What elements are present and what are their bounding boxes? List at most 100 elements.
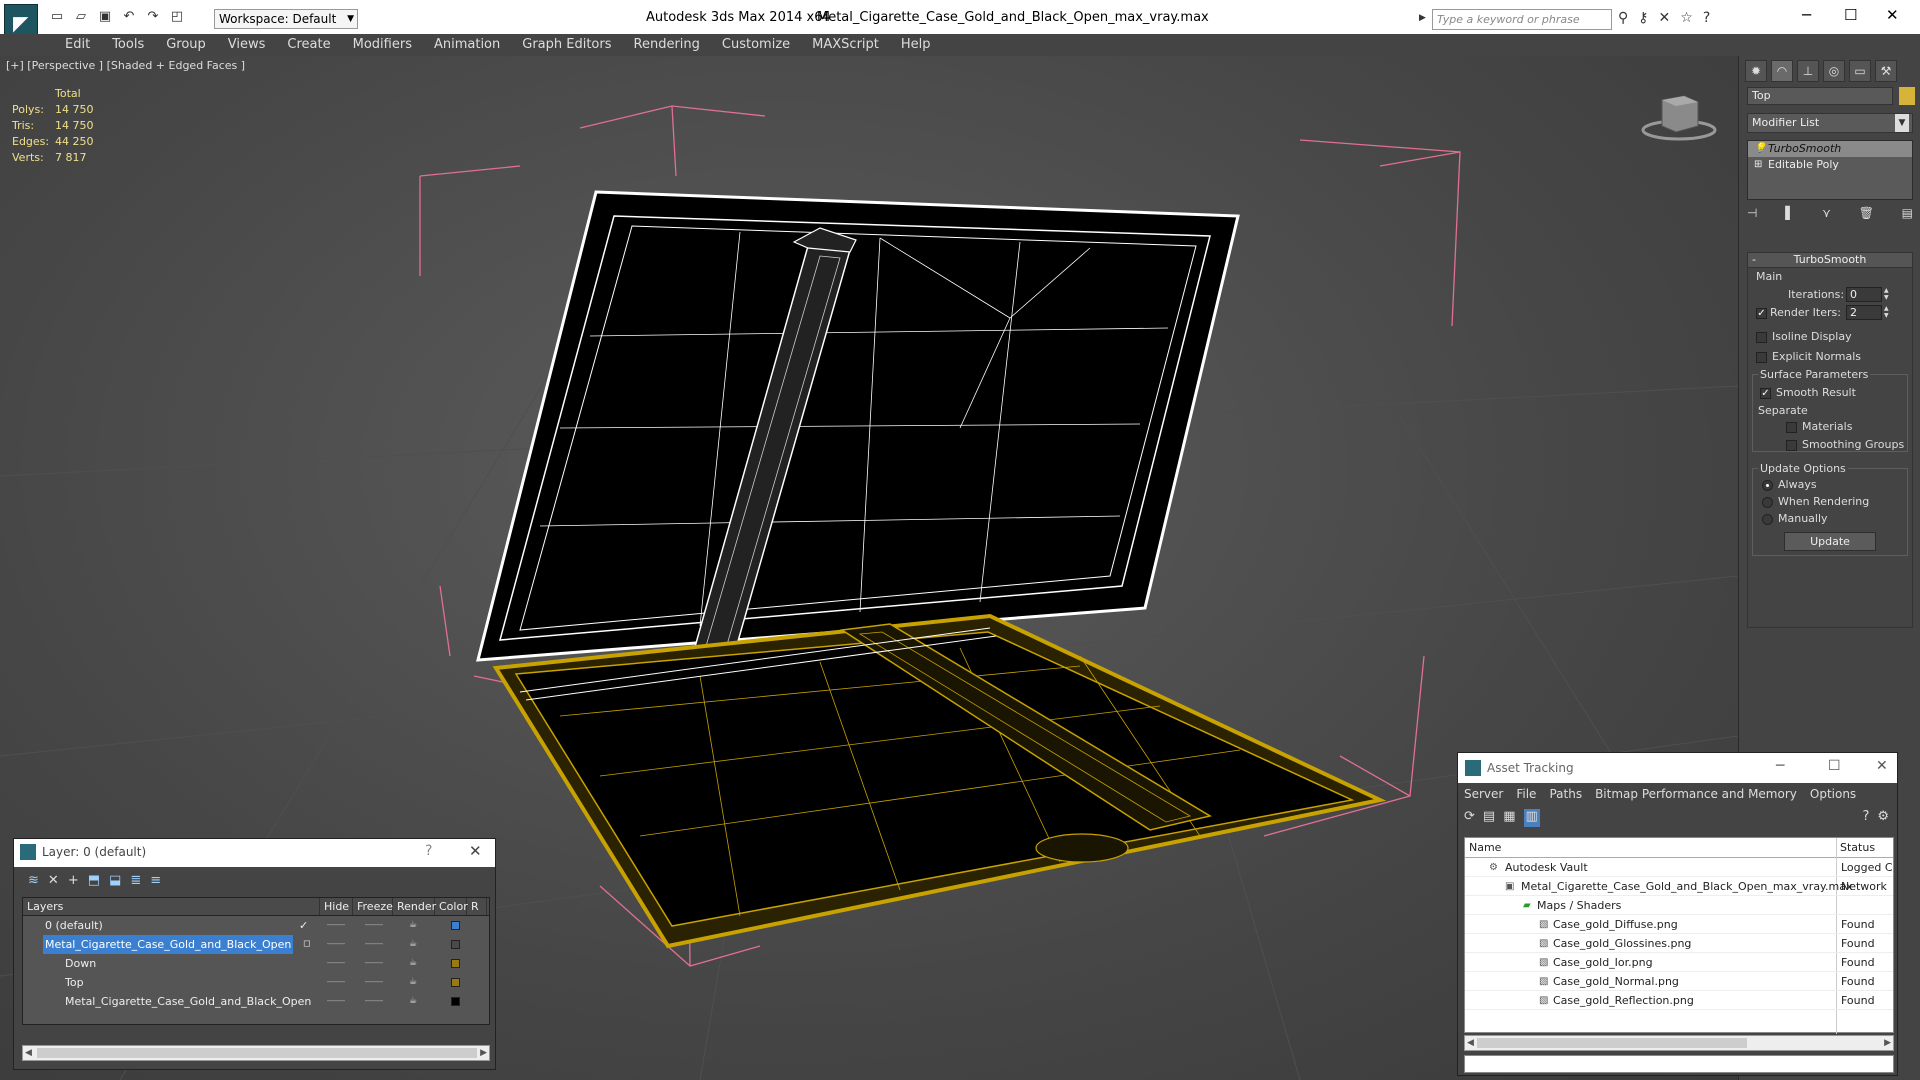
table-row[interactable]: ▧ Case_gold_Ior.png Found: [1465, 953, 1893, 972]
table-row[interactable]: ⚙ Autodesk Vault Logged C: [1465, 858, 1893, 877]
scrollbar-thumb[interactable]: [37, 1048, 477, 1058]
menu-maxscript[interactable]: MAXScript: [801, 34, 890, 56]
freeze-all-icon[interactable]: ≡: [150, 873, 161, 888]
update-button[interactable]: Update: [1784, 532, 1876, 551]
help-icon[interactable]: ?: [1703, 10, 1710, 26]
menu-tools[interactable]: Tools: [101, 34, 155, 56]
show-end-result-icon[interactable]: ▌: [1785, 206, 1794, 220]
utilities-tab-icon[interactable]: ⚒: [1875, 60, 1897, 82]
table-row[interactable]: Down ―― ―― ☕: [23, 954, 489, 973]
binoculars-icon[interactable]: ⚲: [1618, 10, 1628, 26]
new-file-icon[interactable]: ▭: [48, 8, 66, 26]
table-row[interactable]: Metal_Cigarette_Case_Gold_and_Black_Open…: [23, 935, 489, 954]
menu-modifiers[interactable]: Modifiers: [342, 34, 423, 56]
display-tab-icon[interactable]: ▭: [1849, 60, 1871, 82]
menu-bitmap-performance[interactable]: Bitmap Performance and Memory: [1595, 787, 1797, 801]
motion-tab-icon[interactable]: ◎: [1823, 60, 1845, 82]
when-rendering-radio[interactable]: [1762, 497, 1773, 508]
menu-customize[interactable]: Customize: [711, 34, 801, 56]
table-row[interactable]: ▰ Maps / Shaders: [1465, 896, 1893, 915]
expand-plus-icon[interactable]: ⊞: [1754, 157, 1762, 173]
save-file-icon[interactable]: ▣: [96, 8, 114, 26]
spinner-arrows-icon[interactable]: ▲ ▼: [1884, 305, 1892, 320]
menu-animation[interactable]: Animation: [423, 34, 511, 56]
help-icon[interactable]: ?: [425, 843, 432, 859]
explicit-normals-checkbox[interactable]: [1756, 352, 1767, 363]
freeze-toggle[interactable]: ――: [365, 973, 383, 992]
minimize-button[interactable]: ─: [1776, 758, 1784, 774]
layer-color-swatch[interactable]: [451, 959, 460, 968]
layer-color-swatch[interactable]: [451, 921, 460, 930]
hide-all-icon[interactable]: ≣: [130, 873, 141, 888]
layer-color-swatch[interactable]: [451, 940, 460, 949]
minimize-button[interactable]: ─: [1802, 6, 1811, 24]
maximize-button[interactable]: ☐: [1844, 6, 1857, 24]
redo-icon[interactable]: ↷: [144, 8, 162, 26]
menu-file[interactable]: File: [1516, 787, 1536, 801]
smooth-result-checkbox[interactable]: ✓: [1760, 388, 1771, 399]
app-logo-button[interactable]: ◤: [4, 4, 38, 38]
menu-create[interactable]: Create: [276, 34, 341, 56]
delete-layer-icon[interactable]: ✕: [48, 873, 59, 888]
render-teapot-icon[interactable]: ☕: [409, 935, 417, 954]
add-layer-icon[interactable]: +: [68, 873, 79, 888]
hide-toggle[interactable]: ――: [327, 935, 345, 954]
menu-help[interactable]: Help: [890, 34, 942, 56]
table-row[interactable]: ▧ Case_gold_Glossines.png Found: [1465, 934, 1893, 953]
asset-horizontal-scrollbar[interactable]: ◀ ▶: [1464, 1035, 1894, 1051]
object-color-swatch[interactable]: [1899, 87, 1915, 105]
turbosmooth-rollout-header[interactable]: - TurboSmooth: [1747, 252, 1913, 268]
column-header[interactable]: Render: [393, 898, 436, 915]
materials-checkbox[interactable]: [1786, 422, 1797, 433]
menu-graph-editors[interactable]: Graph Editors: [511, 34, 622, 56]
table-row[interactable]: ▧ Case_gold_Diffuse.png Found: [1465, 915, 1893, 934]
viewcube-icon[interactable]: [1640, 88, 1718, 144]
scrollbar-thumb[interactable]: [1477, 1038, 1747, 1048]
render-iters-spinner[interactable]: 2: [1846, 305, 1882, 320]
menu-server[interactable]: Server: [1464, 787, 1503, 801]
modifier-list-dropdown[interactable]: Modifier List ▼: [1747, 113, 1913, 133]
render-iters-checkbox[interactable]: ✓: [1756, 308, 1767, 319]
layer-properties-icon[interactable]: ≋: [28, 873, 39, 888]
layer-horizontal-scrollbar[interactable]: ◀ ▶: [22, 1045, 490, 1061]
manually-radio[interactable]: [1762, 514, 1773, 525]
highlight-layer-icon[interactable]: ⬓: [109, 873, 121, 888]
close-button[interactable]: ✕: [1876, 758, 1888, 774]
freeze-toggle[interactable]: ――: [365, 935, 383, 954]
smoothing-groups-checkbox[interactable]: [1786, 440, 1797, 451]
undo-icon[interactable]: ↶: [120, 8, 138, 26]
column-header[interactable]: Name: [1465, 838, 1836, 857]
viewport-label[interactable]: [+] [Perspective ] [Shaded + Edged Faces…: [6, 59, 245, 72]
key-icon[interactable]: ⚷: [1638, 10, 1648, 26]
list-view-icon[interactable]: ▤: [1483, 809, 1495, 827]
layer-color-swatch[interactable]: [451, 978, 460, 987]
iterations-spinner[interactable]: 0: [1846, 287, 1882, 302]
hierarchy-tab-icon[interactable]: ⊥: [1797, 60, 1819, 82]
always-radio[interactable]: [1762, 480, 1773, 491]
create-tab-icon[interactable]: ✹: [1745, 60, 1767, 82]
column-header[interactable]: Hide: [320, 898, 353, 915]
table-row[interactable]: 0 (default) ✓ ―― ―― ☕: [23, 916, 489, 935]
remove-modifier-icon[interactable]: 🗑: [1859, 206, 1874, 220]
maximize-button[interactable]: ☐: [1828, 758, 1841, 774]
isoline-display-checkbox[interactable]: [1756, 332, 1767, 343]
close-button[interactable]: ✕: [1886, 6, 1899, 24]
freeze-toggle[interactable]: ――: [365, 992, 383, 1011]
table-row[interactable]: ▣ Metal_Cigarette_Case_Gold_and_Black_Op…: [1465, 877, 1893, 896]
hide-toggle[interactable]: ――: [327, 973, 345, 992]
favorites-icon[interactable]: ☆: [1680, 10, 1693, 26]
column-header[interactable]: R: [467, 898, 487, 915]
close-icon[interactable]: ✕: [469, 842, 482, 860]
hide-toggle[interactable]: ――: [327, 992, 345, 1011]
open-file-icon[interactable]: ▱: [72, 8, 90, 26]
menu-group[interactable]: Group: [155, 34, 217, 56]
menu-edit[interactable]: Edit: [54, 34, 101, 56]
thumbnail-view-icon[interactable]: ▦: [1503, 809, 1515, 827]
menu-rendering[interactable]: Rendering: [623, 34, 711, 56]
object-name-field[interactable]: Top: [1747, 87, 1893, 105]
table-row[interactable]: ▧ Case_gold_Reflection.png Found: [1465, 991, 1893, 1010]
layer-dialog-titlebar[interactable]: Layer: 0 (default) ? ✕: [14, 839, 495, 867]
workspace-dropdown[interactable]: Workspace: Default ▼: [214, 9, 358, 29]
project-folder-icon[interactable]: ◰: [168, 8, 186, 26]
menu-views[interactable]: Views: [217, 34, 277, 56]
